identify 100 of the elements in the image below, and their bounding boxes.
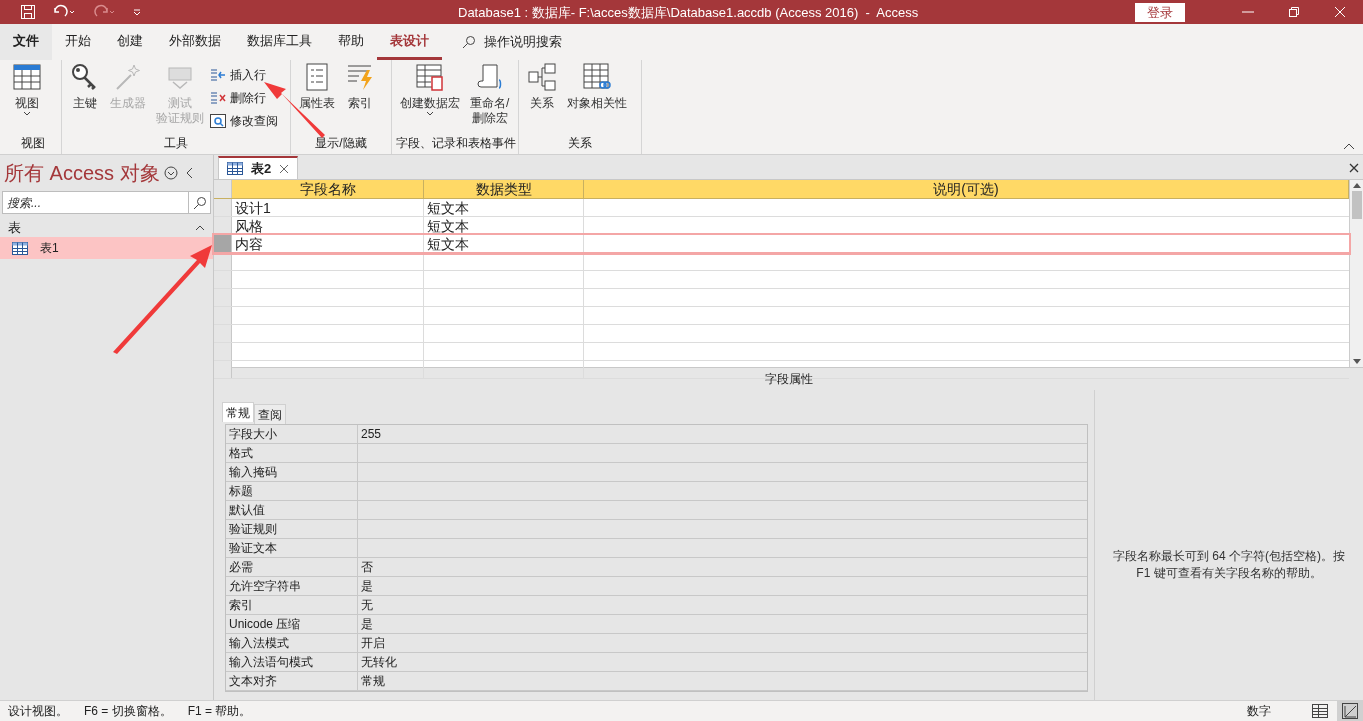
undo-icon[interactable] xyxy=(52,4,76,20)
vertical-scrollbar[interactable] xyxy=(1349,180,1363,367)
ribbon-tab[interactable]: 帮助 xyxy=(325,24,377,60)
property-name: 必需 xyxy=(226,558,358,576)
table-icon xyxy=(12,241,28,255)
ribbon-button[interactable]: 视图 xyxy=(8,62,46,134)
row-selector[interactable] xyxy=(214,235,232,252)
restore-icon xyxy=(1288,6,1300,18)
ribbon-tab[interactable]: 开始 xyxy=(52,24,104,60)
table-cell[interactable]: 短文本 xyxy=(424,217,584,234)
nav-item[interactable]: 表1 xyxy=(0,237,213,259)
property-name: 允许空字符串 xyxy=(226,577,358,595)
property-value[interactable]: 255 xyxy=(358,425,1087,443)
property-value[interactable]: 开启 xyxy=(358,634,1087,652)
ribbon-small-button[interactable]: 修改查阅 xyxy=(210,110,282,132)
property-name: 字段大小 xyxy=(226,425,358,443)
ribbon-tab[interactable]: 创建 xyxy=(104,24,156,60)
design-view-icon xyxy=(1342,703,1358,719)
dropdown-circle-icon[interactable] xyxy=(163,166,178,180)
property-name: Unicode 压缩 xyxy=(226,615,358,633)
ribbon-small-button[interactable]: 删除行 xyxy=(210,87,282,109)
close-icon[interactable] xyxy=(1349,163,1359,173)
section-title: 字段属性 xyxy=(764,372,813,386)
delete-row-icon xyxy=(210,91,226,105)
ribbon-small-button[interactable]: 插入行 xyxy=(210,64,282,86)
property-value[interactable]: 是 xyxy=(358,615,1087,633)
ribbon-button[interactable]: 主键 xyxy=(66,62,104,134)
scroll-up-icon[interactable] xyxy=(1352,183,1361,188)
property-name: 输入法模式 xyxy=(226,634,358,652)
ribbon-button[interactable]: 对象相关性 xyxy=(563,62,631,134)
help-text: 字段名称最长可到 64 个字符(包括空格)。按 F1 键可查看有关字段名称的帮助。 xyxy=(1112,548,1346,582)
object-dependencies-icon xyxy=(582,62,612,92)
property-name: 输入法语句模式 xyxy=(226,653,358,671)
table-cell[interactable]: 风格 xyxy=(232,217,424,234)
ribbon-tab[interactable]: 外部数据 xyxy=(156,24,234,60)
close-icon xyxy=(1334,6,1346,18)
nav-group-header[interactable]: 表 xyxy=(0,218,213,237)
property-value[interactable]: 是 xyxy=(358,577,1087,595)
ribbon-tab[interactable]: 文件 xyxy=(0,24,52,60)
ribbon-group-label: 关系 xyxy=(567,135,593,152)
property-tab[interactable]: 查阅 xyxy=(254,404,286,424)
empty-row[interactable] xyxy=(214,253,1349,271)
ribbon-group-label: 字段、记录和表格事件 xyxy=(396,135,514,152)
scroll-down-icon[interactable] xyxy=(1352,359,1361,364)
num-lock-indicator: 数字 xyxy=(1247,703,1271,720)
scrollbar-thumb[interactable] xyxy=(1351,191,1362,219)
datasheet-icon xyxy=(1312,704,1328,718)
customize-icon[interactable] xyxy=(132,7,142,17)
search-icon xyxy=(192,195,207,210)
table-cell[interactable]: 设计1 xyxy=(232,199,424,216)
ribbon-tab[interactable]: 数据库工具 xyxy=(234,24,325,60)
ribbon-button[interactable]: 属性表 xyxy=(295,62,339,134)
status-text: F1 = 帮助。 xyxy=(187,703,252,720)
table-cell[interactable]: 内容 xyxy=(232,235,424,252)
ribbon-button[interactable]: 关系 xyxy=(523,62,561,134)
caret-icon xyxy=(426,111,434,116)
property-name: 默认值 xyxy=(226,501,358,519)
property-name: 索引 xyxy=(226,596,358,614)
save-icon[interactable] xyxy=(20,4,36,20)
navigation-title: 所有 Access 对象 xyxy=(4,161,160,186)
window-title: Database1 : 数据库- F:\acces数据库\Database1.accdb (Access 2016) - Access xyxy=(458,4,919,22)
document-tab[interactable]: 表2 xyxy=(218,156,299,179)
property-name: 验证文本 xyxy=(226,539,358,557)
ribbon-group-label: 视图 xyxy=(19,135,46,152)
tell-me-search[interactable]: 操作说明搜索 xyxy=(462,32,562,52)
property-name: 标题 xyxy=(226,482,358,500)
status-text: 设计视图。 xyxy=(8,703,68,720)
search-field[interactable]: 搜索... xyxy=(2,191,189,214)
caret-icon xyxy=(23,111,31,116)
property-value[interactable]: 否 xyxy=(358,558,1087,576)
table-cell[interactable]: 短文本 xyxy=(424,235,584,252)
close-icon[interactable] xyxy=(279,163,290,174)
table-cell[interactable]: 短文本 xyxy=(424,199,584,216)
search-icon xyxy=(462,35,476,49)
ribbon-button[interactable]: 重命名/ 删除宏 xyxy=(466,62,514,134)
design-view-button[interactable] xyxy=(1337,700,1363,721)
property-name: 输入掩码 xyxy=(226,463,358,481)
data-macro-icon xyxy=(415,62,445,92)
ribbon-button[interactable]: 索引 xyxy=(341,62,379,134)
chevron-icon xyxy=(195,224,205,231)
property-tab[interactable]: 常规 xyxy=(222,402,254,422)
sign-in-button[interactable]: 登录 xyxy=(1135,2,1185,22)
collapse-pane-icon[interactable] xyxy=(185,167,194,179)
ribbon-group-label: 显示/隐藏 xyxy=(314,135,368,152)
lookup-icon xyxy=(210,114,226,128)
lightning-index-icon xyxy=(347,65,372,90)
ribbon-button[interactable]: 创建数据宏 xyxy=(396,62,464,134)
minimize-icon xyxy=(1242,11,1254,13)
property-name: 文本对齐 xyxy=(226,672,358,690)
property-value[interactable]: 常规 xyxy=(358,672,1087,690)
status-text: F6 = 切换窗格。 xyxy=(84,703,172,720)
property-name: 验证规则 xyxy=(226,520,358,538)
ribbon-group-label: 工具 xyxy=(163,135,189,152)
search-button[interactable] xyxy=(189,191,211,214)
collapse-ribbon-icon[interactable] xyxy=(1343,142,1355,150)
insert-row-icon xyxy=(210,68,226,82)
property-value[interactable]: 无 xyxy=(358,596,1087,614)
property-value[interactable]: 无转化 xyxy=(358,653,1087,671)
relationships-icon xyxy=(527,62,557,92)
redo-icon[interactable] xyxy=(92,4,116,20)
